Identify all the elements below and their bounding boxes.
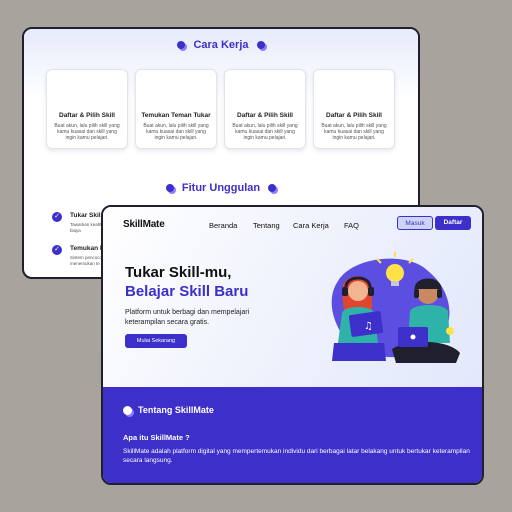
step-card-title: Temukan Teman Tukar bbox=[141, 112, 211, 119]
nav-link-faq[interactable]: FAQ bbox=[344, 221, 359, 230]
features-title: Fitur Unggulan bbox=[181, 182, 261, 194]
logo[interactable]: SkillMate bbox=[123, 219, 165, 230]
bullet-blob-icon bbox=[177, 41, 186, 50]
bullet-blob-icon bbox=[268, 184, 277, 193]
check-icon: ✓ bbox=[52, 212, 62, 222]
bullet-blob-icon bbox=[165, 184, 174, 193]
music-note-icon: ♫ bbox=[364, 321, 373, 332]
hero-illustration: ♫ bbox=[331, 252, 460, 363]
about-paragraph: SkillMate adalah platform digital yang m… bbox=[123, 448, 470, 464]
about-question: Apa itu SkillMate ? bbox=[123, 433, 190, 442]
features-heading: Fitur Unggulan bbox=[24, 182, 418, 194]
about-heading: Tentang SkillMate bbox=[123, 405, 214, 416]
step-card: Daftar & Pilih Skill Buat akun, lalu pil… bbox=[224, 69, 306, 149]
start-now-button[interactable]: Mulai Sekarang bbox=[125, 334, 187, 348]
hero-description: Platform untuk berbagi dan mempelajari k… bbox=[125, 309, 250, 326]
step-card: Daftar & Pilih Skill Buat akun, lalu pil… bbox=[313, 69, 395, 149]
bullet-blob-icon bbox=[123, 406, 132, 416]
step-card-desc: Buat akun, lalu pilih skill yang kamu ku… bbox=[232, 123, 298, 141]
landing-page-window: SkillMate Beranda Tentang Cara Kerja FAQ… bbox=[101, 205, 484, 485]
step-card: Daftar & Pilih Skill Buat akun, lalu pil… bbox=[46, 69, 128, 149]
step-card-title: Daftar & Pilih Skill bbox=[237, 112, 293, 119]
nav-link-cara-kerja[interactable]: Cara Kerja bbox=[293, 221, 329, 230]
step-card-title: Daftar & Pilih Skill bbox=[59, 112, 115, 119]
step-card-title: Daftar & Pilih Skill bbox=[326, 112, 382, 119]
logo-text: SkillMate bbox=[123, 219, 165, 230]
nav-link-tentang[interactable]: Tentang bbox=[253, 221, 280, 230]
feature-title: Tukar Skil bbox=[70, 212, 101, 219]
step-card: Temukan Teman Tukar Buat akun, lalu pili… bbox=[135, 69, 217, 149]
login-button[interactable]: Masuk bbox=[397, 216, 433, 230]
register-button[interactable]: Daftar bbox=[435, 216, 471, 230]
step-card-desc: Buat akun, lalu pilih skill yang kamu ku… bbox=[321, 123, 387, 141]
about-section: Tentang SkillMate Apa itu SkillMate ? Sk… bbox=[103, 387, 482, 483]
navbar: SkillMate Beranda Tentang Cara Kerja FAQ… bbox=[103, 207, 482, 243]
step-card-desc: Buat akun, lalu pilih skill yang kamu ku… bbox=[54, 123, 120, 141]
about-title: Tentang SkillMate bbox=[138, 405, 214, 415]
how-it-works-title: Cara Kerja bbox=[193, 39, 249, 51]
step-card-desc: Buat akun, lalu pilih skill yang kamu ku… bbox=[143, 123, 209, 141]
bullet-blob-icon bbox=[256, 41, 265, 50]
hero-title: Tukar Skill-mu, bbox=[125, 264, 232, 281]
how-it-works-heading: Cara Kerja bbox=[24, 39, 418, 51]
nav-link-beranda[interactable]: Beranda bbox=[209, 221, 237, 230]
hero-subtitle-accent: Belajar Skill Baru bbox=[125, 283, 249, 300]
steps-cards: Daftar & Pilih Skill Buat akun, lalu pil… bbox=[46, 69, 396, 151]
check-icon: ✓ bbox=[52, 245, 62, 255]
feature-title: Temukan P bbox=[70, 245, 105, 252]
